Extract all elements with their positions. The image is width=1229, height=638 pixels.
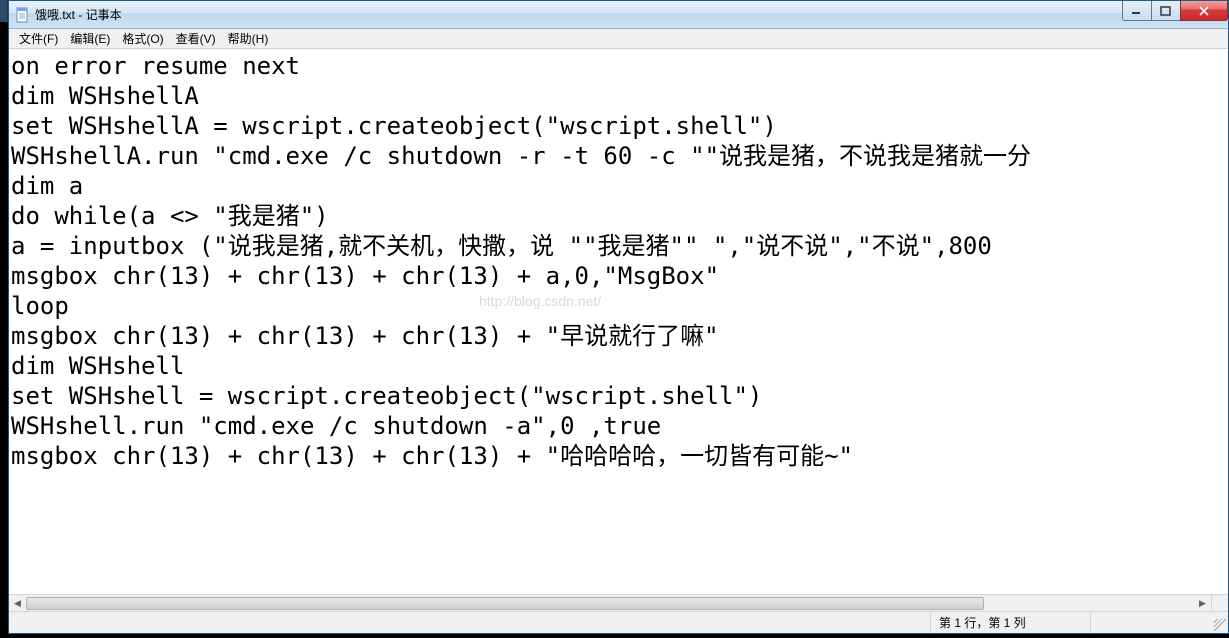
horizontal-scrollbar[interactable]: ◀ ▶ (9, 594, 1211, 611)
window-controls (1123, 1, 1228, 21)
close-icon (1198, 6, 1210, 16)
menu-file[interactable]: 文件(F) (13, 28, 64, 49)
editor-wrap: on error resume next dim WSHshellA set W… (9, 49, 1228, 611)
close-button[interactable] (1180, 1, 1228, 21)
menu-edit[interactable]: 编辑(E) (64, 28, 116, 49)
notepad-icon (15, 7, 31, 23)
status-empty-cell (1090, 612, 1210, 633)
scroll-thumb[interactable] (26, 597, 984, 610)
scroll-track[interactable] (26, 595, 1194, 612)
scroll-right-arrow-icon[interactable]: ▶ (1194, 595, 1211, 612)
maximize-icon (1160, 6, 1172, 16)
scroll-left-arrow-icon[interactable]: ◀ (9, 595, 26, 612)
resize-grip[interactable] (1210, 612, 1228, 633)
notepad-window: 饿哦.txt - 记事本 文件(F) 编辑(E) 格式(O) 查看(V) 帮助(… (8, 0, 1229, 634)
menu-format[interactable]: 格式(O) (116, 28, 169, 49)
titlebar[interactable]: 饿哦.txt - 记事本 (9, 1, 1228, 29)
statusbar: 第 1 行，第 1 列 (9, 611, 1228, 633)
menu-view[interactable]: 查看(V) (170, 28, 222, 49)
menu-help[interactable]: 帮助(H) (222, 28, 275, 49)
minimize-button[interactable] (1122, 1, 1152, 21)
minimize-icon (1131, 6, 1143, 16)
window-title: 饿哦.txt - 记事本 (35, 6, 122, 23)
scroll-corner (1211, 594, 1228, 611)
text-editor[interactable]: on error resume next dim WSHshellA set W… (9, 49, 1228, 594)
menubar: 文件(F) 编辑(E) 格式(O) 查看(V) 帮助(H) (9, 29, 1228, 49)
maximize-button[interactable] (1151, 1, 1181, 21)
status-position: 第 1 行，第 1 列 (930, 612, 1090, 633)
